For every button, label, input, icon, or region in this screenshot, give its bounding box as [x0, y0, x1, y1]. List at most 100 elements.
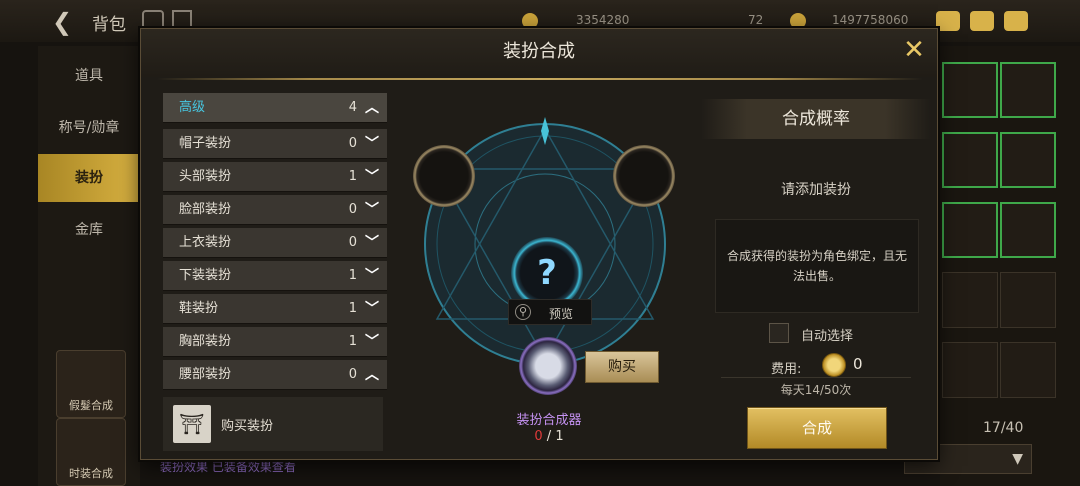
inventory-slot[interactable] [1000, 342, 1056, 398]
costume-effect-text[interactable]: 装扮效果 已装备效果查看 [160, 458, 296, 475]
buy-costume-label: 购买装扮 [221, 419, 274, 434]
mail-icon[interactable] [970, 11, 994, 31]
tile-label: 时装合成 [69, 467, 113, 480]
category-label: 帽子装扮 [179, 136, 232, 151]
category-count: 1 [348, 268, 357, 283]
category-chest[interactable]: 胸部装扮 1 ﹀ [163, 327, 387, 357]
owned-count: 0 [534, 429, 543, 444]
cera-amount: 72 [748, 13, 764, 27]
chevron-down-icon: ﹀ [365, 202, 379, 218]
inventory-slot[interactable] [942, 342, 998, 398]
gold-coin-icon [822, 353, 846, 377]
category-label: 头部装扮 [179, 169, 232, 184]
probability-text: 请添加装扮 [781, 182, 851, 198]
costume-synthesis-dialog: 装扮合成 ✕ 高级 4 ︿ 帽子装扮 0 ﹀ 头部装扮 1 ﹀ 脸部装扮 0 ﹀… [140, 28, 938, 460]
storage-icon[interactable] [172, 10, 192, 30]
tile-label: 假髮合成 [69, 399, 113, 412]
material-slot-right[interactable] [613, 145, 675, 207]
close-icon: ✕ [903, 35, 925, 65]
category-hat[interactable]: 帽子装扮 0 ﹀ [163, 129, 387, 159]
shop-icon: ⛩ [173, 405, 211, 443]
cera-coin-icon [790, 13, 806, 29]
category-count: 4 [348, 100, 357, 115]
category-bottom[interactable]: 下装装扮 1 ﹀ [163, 261, 387, 291]
chevron-down-icon: ﹀ [365, 301, 379, 317]
bag-icon[interactable] [936, 11, 960, 31]
category-waist[interactable]: 腰部装扮 0 ︿ [163, 360, 387, 390]
inventory-slot[interactable] [942, 62, 998, 118]
probability-panel: 合成概率 请添加装扮 合成获得的装扮为角色绑定，且无法出售。 自动选择 费用: … [701, 87, 931, 455]
back-arrow-icon[interactable]: ❮ [52, 8, 72, 36]
sidebar-item-titles[interactable]: 称号/勋章 [38, 104, 140, 152]
synthesize-button[interactable]: 合成 [747, 407, 887, 449]
fee-value: 0 [853, 355, 863, 373]
category-count: 1 [348, 301, 357, 316]
title-divider [157, 78, 923, 80]
sidebar-item-items[interactable]: 道具 [38, 52, 140, 100]
inventory-slot[interactable] [1000, 62, 1056, 118]
inventory-slot[interactable] [942, 202, 998, 258]
costume-synth-tile[interactable]: 时装合成 [56, 418, 126, 486]
chevron-down-icon: ﹀ [365, 169, 379, 185]
magnifier-icon: ⚲ [515, 304, 531, 320]
preview-button[interactable]: ⚲ 预览 [508, 299, 592, 325]
synthesizer-item-icon[interactable] [519, 337, 577, 395]
close-button[interactable]: ✕ [899, 35, 929, 65]
category-label: 上衣装扮 [179, 235, 232, 250]
inventory-count: 17/40 [983, 420, 1024, 436]
sidebar-item-costume[interactable]: 装扮 [38, 154, 140, 202]
bind-notice: 合成获得的装扮为角色绑定，且无法出售。 [715, 219, 919, 313]
synthesizer-item-count: 0 / 1 [479, 429, 619, 444]
buy-button[interactable]: 购买 [585, 351, 659, 383]
category-label: 高级 [179, 100, 206, 115]
daily-limit: 每天14/50次 [780, 383, 852, 397]
gold-amount: 3354280 [576, 13, 630, 27]
category-label: 腰部装扮 [179, 367, 232, 382]
category-label: 鞋装扮 [179, 301, 219, 316]
question-mark-icon: ? [537, 253, 557, 293]
gold-coin-icon [522, 13, 538, 29]
buy-costume-button[interactable]: ⛩ 购买装扮 [163, 397, 383, 451]
fee-label: 费用: [771, 362, 802, 377]
dialog-title: 装扮合成 [141, 29, 937, 77]
category-count: 0 [348, 367, 357, 382]
chevron-up-icon: ︿ [365, 367, 379, 383]
auto-select-checkbox[interactable] [769, 323, 789, 343]
wig-synth-tile[interactable]: 假髮合成 [56, 350, 126, 418]
inventory-slot[interactable] [1000, 272, 1056, 328]
auto-select-label: 自动选择 [801, 329, 854, 344]
probability-title: 合成概率 [701, 99, 931, 139]
point-amount: 1497758060 [832, 13, 909, 27]
category-hair[interactable]: 头部装扮 1 ﹀ [163, 162, 387, 192]
required-count: 1 [555, 429, 564, 444]
inventory-slot[interactable] [1000, 132, 1056, 188]
category-shoes[interactable]: 鞋装扮 1 ﹀ [163, 294, 387, 324]
daily-divider [721, 377, 911, 378]
category-label: 脸部装扮 [179, 202, 232, 217]
preview-label: 预览 [549, 307, 574, 321]
inventory-slot[interactable] [942, 272, 998, 328]
chevron-down-icon: ﹀ [365, 334, 379, 350]
category-advanced[interactable]: 高级 4 ︿ [163, 93, 387, 123]
sidebar-item-vault[interactable]: 金库 [38, 206, 140, 254]
chat-icon[interactable] [1004, 11, 1028, 31]
synthesizer-item-name: 装扮合成器 [516, 413, 582, 428]
category-label: 胸部装扮 [179, 334, 232, 349]
category-count: 1 [348, 169, 357, 184]
category-face[interactable]: 脸部装扮 0 ﹀ [163, 195, 387, 225]
chevron-down-icon: ﹀ [365, 136, 379, 152]
category-count: 1 [348, 334, 357, 349]
inventory-slot[interactable] [1000, 202, 1056, 258]
page-title: 背包 [92, 15, 126, 35]
chevron-up-icon: ︿ [365, 100, 379, 116]
home-icon[interactable] [142, 10, 164, 30]
count-separator: / [546, 429, 552, 444]
chevron-down-icon: ▼ [1012, 451, 1023, 467]
material-slot-left[interactable] [413, 145, 475, 207]
inventory-slot[interactable] [942, 132, 998, 188]
category-count: 0 [348, 202, 357, 217]
category-label: 下装装扮 [179, 268, 232, 283]
category-count: 0 [348, 235, 357, 250]
chevron-down-icon: ﹀ [365, 235, 379, 251]
category-top[interactable]: 上衣装扮 0 ﹀ [163, 228, 387, 258]
